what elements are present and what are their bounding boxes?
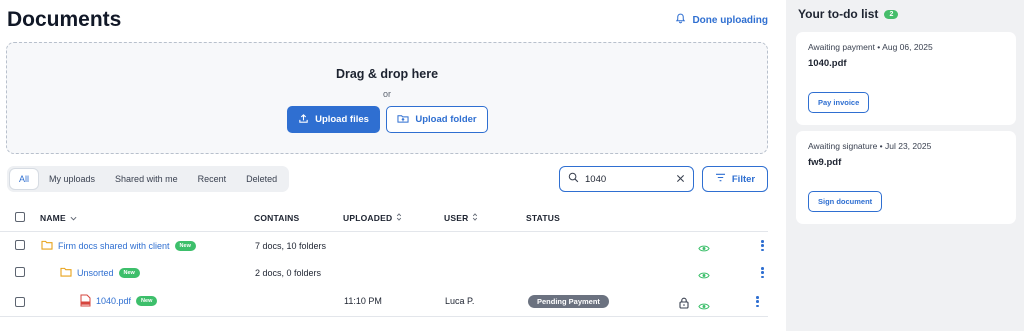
bell-icon	[675, 13, 686, 27]
row-contains: 7 docs, 10 folders	[255, 240, 327, 251]
tab-my-uploads[interactable]: My uploads	[40, 169, 104, 189]
folder-name-link[interactable]: Firm docs shared with client	[58, 241, 170, 251]
upload-files-button[interactable]: Upload files	[287, 106, 380, 133]
lock-icon[interactable]	[679, 296, 689, 314]
column-user-label: USER	[444, 213, 469, 223]
folder-upload-icon	[397, 113, 409, 127]
chevron-down-icon	[70, 213, 77, 223]
filter-icon	[715, 173, 726, 185]
table-row[interactable]: 1040.pdf New 11:10 PM Luca P. Pending Pa…	[0, 286, 768, 317]
todo-title-label: Your to-do list	[798, 7, 879, 21]
table-header: NAME CONTAINS UPLOADED USER STATUS	[0, 204, 768, 232]
folder-icon	[60, 267, 72, 279]
upload-folder-label: Upload folder	[415, 114, 477, 125]
file-name-link[interactable]: 1040.pdf	[96, 296, 131, 306]
tab-shared-with-me[interactable]: Shared with me	[106, 169, 187, 189]
filter-button[interactable]: Filter	[702, 166, 768, 192]
column-name[interactable]: NAME	[40, 213, 77, 223]
row-name-cell: Firm docs shared with client New	[41, 232, 196, 259]
document-tabs: All My uploads Shared with me Recent Del…	[7, 166, 290, 192]
todo-file: fw9.pdf	[808, 157, 842, 168]
upload-dropzone[interactable]: Drag & drop here or Upload files Upload …	[6, 42, 768, 154]
filter-label: Filter	[731, 173, 756, 185]
documents-main: Documents Done uploading Drag & drop her…	[0, 0, 786, 331]
dropzone-title: Drag & drop here	[335, 67, 439, 81]
todo-file: 1040.pdf	[808, 58, 847, 69]
upload-icon	[298, 113, 309, 127]
column-uploaded[interactable]: UPLOADED	[343, 213, 402, 223]
status-badge: Pending Payment	[528, 294, 609, 308]
eye-icon[interactable]	[698, 298, 710, 316]
folder-icon	[41, 240, 53, 252]
pdf-file-icon	[80, 294, 91, 309]
folder-name-link[interactable]: Unsorted	[77, 268, 114, 278]
eye-icon[interactable]	[698, 240, 710, 258]
upload-folder-button[interactable]: Upload folder	[386, 106, 488, 133]
todo-count-badge: 2	[884, 9, 899, 19]
new-badge: New	[118, 267, 140, 278]
column-name-label: NAME	[40, 213, 66, 223]
select-all-checkbox[interactable]	[15, 212, 25, 222]
new-badge: New	[174, 240, 196, 251]
row-name-cell: 1040.pdf New	[80, 286, 158, 316]
table-row[interactable]: Firm docs shared with client New 7 docs,…	[0, 232, 768, 259]
row-status-cell: Pending Payment	[528, 286, 609, 316]
tab-recent[interactable]: Recent	[189, 169, 236, 189]
row-name-cell: Unsorted New	[60, 259, 140, 286]
todo-meta: Awaiting payment • Aug 06, 2025	[808, 42, 933, 52]
dropzone-or: or	[382, 89, 391, 99]
column-contains: CONTAINS	[254, 213, 300, 223]
clear-search-icon[interactable]	[676, 170, 685, 188]
more-options-icon[interactable]	[761, 267, 764, 278]
tab-all[interactable]: All	[10, 169, 39, 189]
tab-deleted[interactable]: Deleted	[237, 169, 286, 189]
pay-invoice-button[interactable]: Pay invoice	[808, 92, 870, 113]
column-user[interactable]: USER	[444, 213, 478, 223]
search-icon	[568, 170, 579, 188]
more-options-icon[interactable]	[756, 296, 759, 307]
page-title: Documents	[7, 8, 122, 31]
column-uploaded-label: UPLOADED	[343, 213, 393, 223]
todo-card: Awaiting signature • Jul 23, 2025 fw9.pd…	[796, 131, 1016, 224]
done-uploading-button[interactable]: Done uploading	[675, 13, 768, 27]
row-checkbox[interactable]	[15, 240, 25, 250]
search-input[interactable]	[585, 173, 665, 185]
new-badge: New	[136, 296, 158, 306]
row-contains: 2 docs, 0 folders	[255, 267, 322, 278]
todo-sidebar: Your to-do list 2 Awaiting payment • Aug…	[786, 0, 1024, 331]
sort-icon	[396, 213, 402, 223]
sort-icon	[472, 213, 478, 223]
column-status: STATUS	[526, 213, 560, 223]
search-box	[559, 166, 694, 192]
row-uploaded: 11:10 PM	[344, 296, 382, 306]
sign-document-button[interactable]: Sign document	[808, 191, 883, 212]
row-checkbox[interactable]	[15, 267, 25, 277]
table-row[interactable]: Unsorted New 2 docs, 0 folders	[0, 259, 768, 286]
upload-files-label: Upload files	[315, 114, 369, 125]
todo-meta: Awaiting signature • Jul 23, 2025	[808, 141, 932, 151]
eye-icon[interactable]	[698, 267, 710, 285]
done-uploading-label: Done uploading	[692, 14, 768, 26]
todo-title: Your to-do list 2	[798, 7, 899, 21]
row-checkbox[interactable]	[15, 297, 25, 307]
row-user: Luca P.	[445, 296, 475, 306]
todo-card: Awaiting payment • Aug 06, 2025 1040.pdf…	[796, 32, 1016, 125]
more-options-icon[interactable]	[761, 240, 764, 251]
